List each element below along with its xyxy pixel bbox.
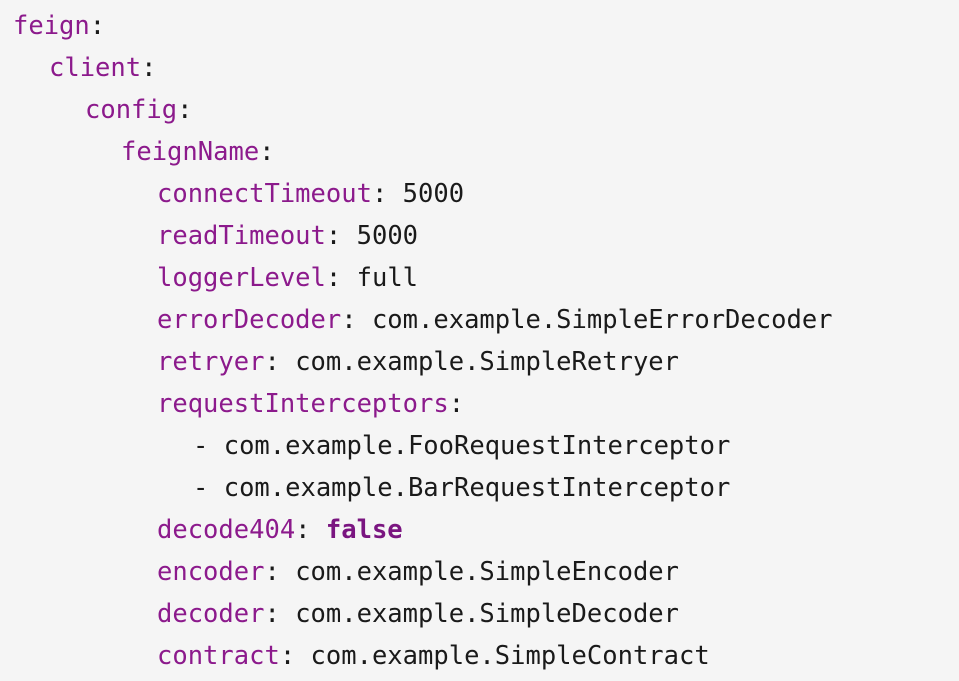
yaml-colon: : (141, 53, 157, 83)
yaml-colon: : (89, 11, 106, 41)
yaml-key: client (49, 53, 142, 83)
yaml-value: com.example.BarRequestInterceptor (223, 473, 731, 503)
yaml-colon: : (177, 95, 193, 125)
yaml-key: feign (13, 11, 90, 41)
yaml-colon: : (371, 179, 388, 209)
yaml-list-dash: - (193, 431, 209, 461)
code-line-read-timeout: readTimeout: 5000 (0, 215, 959, 257)
code-line-config: config: (0, 89, 959, 131)
yaml-colon: : (264, 347, 280, 377)
yaml-key: config (85, 95, 178, 125)
yaml-colon: : (341, 305, 357, 335)
yaml-key: requestInterceptors (157, 389, 449, 419)
yaml-key: retryer (157, 347, 265, 377)
yaml-list-dash: - (193, 473, 209, 503)
code-line-retryer: retryer: com.example.SimpleRetryer (0, 341, 959, 383)
yaml-value: 5000 (402, 179, 465, 209)
yaml-key: loggerLevel (157, 263, 326, 293)
code-line-list-item: - com.example.FooRequestInterceptor (0, 425, 959, 467)
yaml-code-block: feign: client: config: feignName: connec… (0, 0, 959, 681)
yaml-colon: : (259, 137, 275, 167)
yaml-key: encoder (157, 557, 265, 587)
yaml-colon: : (325, 221, 342, 251)
yaml-key: decoder (157, 599, 265, 629)
yaml-value: 5000 (356, 221, 419, 251)
code-line-client: client: (0, 47, 959, 89)
code-line-list-item: - com.example.BarRequestInterceptor (0, 467, 959, 509)
yaml-value: com.example.SimpleContract (310, 641, 710, 671)
yaml-value: com.example.SimpleDecoder (295, 599, 679, 629)
code-line-encoder: encoder: com.example.SimpleEncoder (0, 551, 959, 593)
yaml-colon: : (279, 641, 296, 671)
yaml-colon: : (264, 557, 280, 587)
yaml-value: com.example.SimpleRetryer (295, 347, 679, 377)
code-line-logger-level: loggerLevel: full (0, 257, 959, 299)
yaml-key: errorDecoder (157, 305, 342, 335)
yaml-value: com.example.SimpleEncoder (295, 557, 679, 587)
yaml-key: feignName (121, 137, 260, 167)
yaml-value: com.example.FooRequestInterceptor (223, 431, 731, 461)
code-line-error-decoder: errorDecoder: com.example.SimpleErrorDec… (0, 299, 959, 341)
yaml-colon: : (325, 263, 342, 293)
yaml-colon: : (295, 515, 311, 545)
yaml-colon: : (448, 389, 465, 419)
yaml-colon: : (264, 599, 280, 629)
code-line-feign-name: feignName: (0, 131, 959, 173)
yaml-value: full (356, 263, 419, 293)
yaml-key: decode404 (157, 515, 296, 545)
yaml-boolean-value: false (325, 515, 403, 545)
code-line-decode404: decode404: false (0, 509, 959, 551)
code-line-contract: contract: com.example.SimpleContract (0, 635, 959, 677)
code-line-decoder: decoder: com.example.SimpleDecoder (0, 593, 959, 635)
code-line-request-interceptors: requestInterceptors: (0, 383, 959, 425)
yaml-value: com.example.SimpleErrorDecoder (371, 305, 833, 335)
yaml-key: readTimeout (157, 221, 326, 251)
yaml-key: connectTimeout (157, 179, 372, 209)
yaml-key: contract (157, 641, 280, 671)
code-line-connect-timeout: connectTimeout: 5000 (0, 173, 959, 215)
code-line-feign: feign: (0, 5, 959, 47)
